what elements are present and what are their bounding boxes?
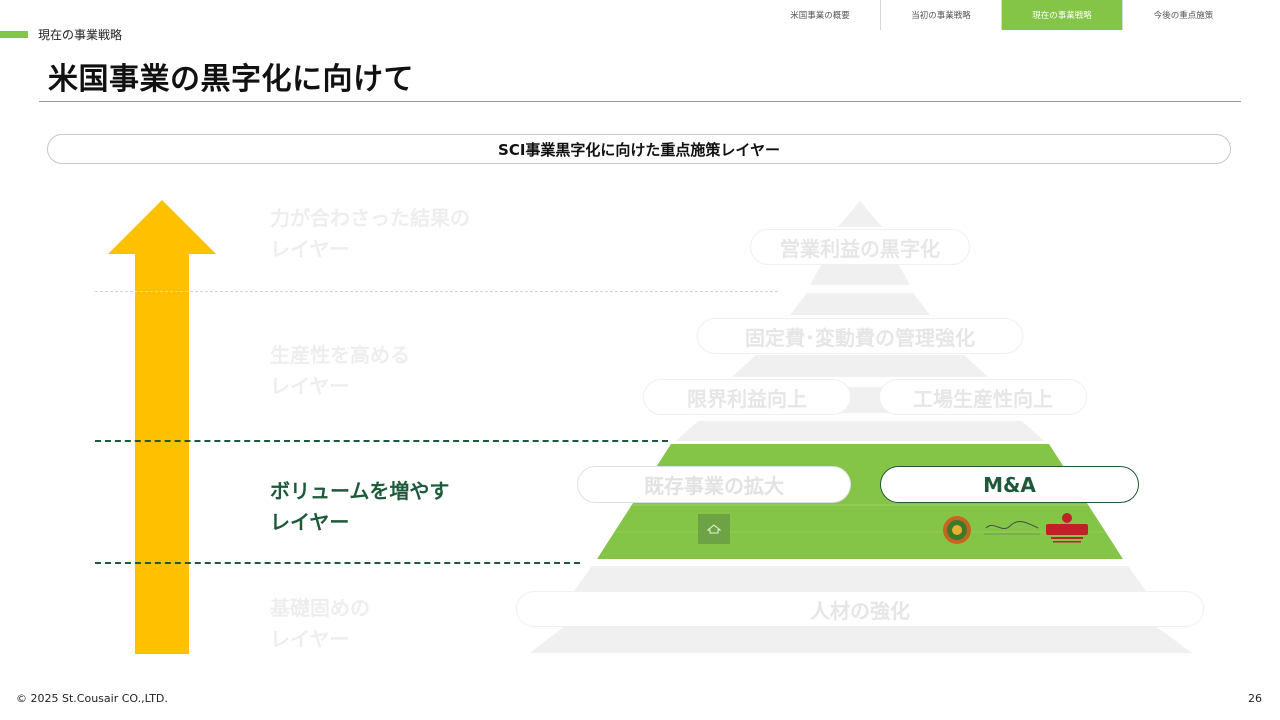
pyramid-base-tier-2 xyxy=(530,625,1192,653)
brand-logo-script-icon xyxy=(984,521,1040,535)
brand-logo-kellys-icon xyxy=(1046,513,1088,543)
layer-label-foundation: 基礎固めの レイヤー xyxy=(270,596,370,651)
pill-factory-productivity: 工場生産性向上 xyxy=(879,379,1087,415)
house-icon xyxy=(707,524,721,534)
pill-cost-control: 固定費･変動費の管理強化 xyxy=(697,318,1023,354)
divider-result-layer xyxy=(95,291,778,292)
brand-logo-house-icon xyxy=(698,514,730,544)
pill-ma: M&A xyxy=(880,466,1139,503)
tab-current-strategy[interactable]: 現在の事業戦略 xyxy=(1002,0,1123,30)
divider-volume-top xyxy=(95,440,668,442)
tab-initial-strategy[interactable]: 当初の事業戦略 xyxy=(881,0,1002,30)
divider-volume-bottom xyxy=(95,562,580,564)
layer-label-productivity: 生産性を高める レイヤー xyxy=(270,343,410,398)
brand-logo-round-icon xyxy=(943,516,971,544)
title-divider xyxy=(39,101,1241,102)
layer-banner: SCI事業黒字化に向けた重点施策レイヤー xyxy=(47,134,1231,164)
pill-operating-profit: 営業利益の黒字化 xyxy=(750,229,970,265)
pyramid-tier-8 xyxy=(676,421,1044,441)
tab-future-measures[interactable]: 今後の重点施策 xyxy=(1123,0,1244,30)
top-nav: 米国事業の概要 当初の事業戦略 現在の事業戦略 今後の重点施策 xyxy=(760,0,1244,30)
pyramid-tier-6 xyxy=(732,355,988,377)
pill-talent: 人材の強化 xyxy=(516,591,1204,627)
pyramid-base-tier-1 xyxy=(574,566,1146,591)
pyramid-tier-4 xyxy=(790,293,930,315)
pyramid-tier-top xyxy=(838,201,882,227)
up-arrow-icon xyxy=(108,200,216,654)
page-title: 米国事業の黒字化に向けて xyxy=(48,62,414,97)
footer-copyright: © 2025 St.Cousair CO.,LTD. xyxy=(16,692,168,705)
section-marker xyxy=(0,31,28,38)
layer-label-volume: ボリュームを増やす レイヤー xyxy=(270,479,450,534)
pill-existing-expansion: 既存事業の拡大 xyxy=(577,466,851,503)
pill-marginal-profit: 限界利益向上 xyxy=(643,379,851,415)
section-label: 現在の事業戦略 xyxy=(38,28,123,42)
page-number: 26 xyxy=(1248,692,1262,705)
tab-us-overview[interactable]: 米国事業の概要 xyxy=(760,0,881,30)
layer-label-result: 力が合わさった結果の レイヤー xyxy=(270,206,470,261)
pyramid-tier-3 xyxy=(810,265,910,285)
